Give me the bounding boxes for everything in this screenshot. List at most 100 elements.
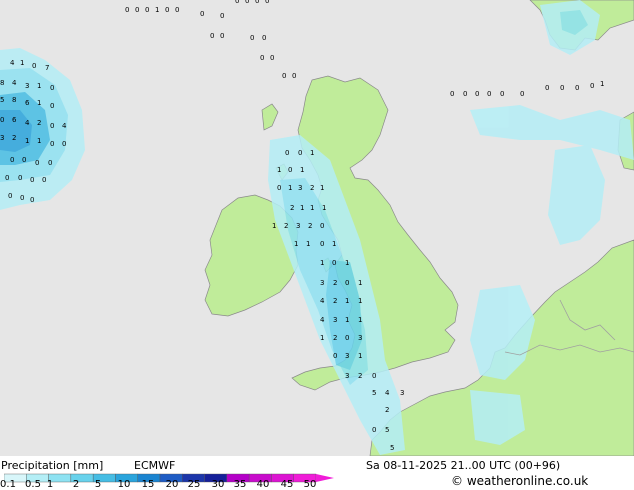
station-value: 0 bbox=[575, 84, 579, 92]
station-value: 0 bbox=[463, 90, 467, 98]
station-value: 3 bbox=[320, 279, 324, 287]
legend-tick-label: 45 bbox=[280, 479, 294, 490]
legend-tick-label: 5 bbox=[94, 479, 102, 490]
station-value: 0 bbox=[260, 54, 264, 62]
station-value: 2 bbox=[358, 372, 362, 380]
station-value: 0 bbox=[145, 6, 149, 14]
station-value: 5 bbox=[385, 426, 389, 434]
station-value: 1 bbox=[358, 316, 362, 324]
station-value: 2 bbox=[284, 222, 288, 230]
legend-tick-label: 40 bbox=[256, 479, 270, 490]
station-value: 4 bbox=[25, 119, 30, 127]
station-value: 5 bbox=[372, 389, 376, 397]
station-value: 0 bbox=[545, 84, 549, 92]
station-value: 0 bbox=[50, 122, 54, 130]
station-value: 0 bbox=[320, 240, 324, 248]
station-value: 0 bbox=[135, 6, 139, 14]
station-value: 0 bbox=[277, 184, 281, 192]
station-value: 2 bbox=[385, 406, 389, 414]
station-value: 0 bbox=[30, 176, 34, 184]
legend-tick-label: 25 bbox=[187, 479, 201, 490]
station-value: 0 bbox=[200, 10, 204, 18]
station-value: 3 bbox=[358, 334, 362, 342]
station-value: 0 bbox=[450, 90, 454, 98]
station-value: 4 bbox=[12, 79, 17, 87]
station-value: 3 bbox=[296, 222, 300, 230]
station-value: 0 bbox=[372, 426, 376, 434]
station-value: 0 bbox=[10, 156, 14, 164]
station-value: 0 bbox=[270, 54, 274, 62]
station-value: 0 bbox=[320, 222, 324, 230]
station-value: 6 bbox=[12, 116, 17, 124]
station-value: 0 bbox=[333, 352, 337, 360]
station-value: 1 bbox=[322, 204, 326, 212]
station-value: 2 bbox=[333, 334, 337, 342]
legend-overflow-arrow bbox=[316, 474, 334, 482]
station-value: 0 bbox=[35, 159, 39, 167]
station-value: 0 bbox=[5, 174, 9, 182]
station-value: 0 bbox=[250, 34, 254, 42]
station-value: 1 bbox=[294, 240, 298, 248]
station-value: 8 bbox=[0, 79, 4, 87]
station-value: 0 bbox=[48, 159, 52, 167]
station-value: 4 bbox=[62, 122, 67, 130]
station-value: 1 bbox=[310, 204, 314, 212]
station-value: 0 bbox=[520, 90, 524, 98]
legend-tick-label: 0.1 bbox=[0, 479, 16, 490]
station-value: 0 bbox=[210, 32, 214, 40]
station-value: 0 bbox=[30, 196, 34, 204]
legend-tick-label: 50 bbox=[303, 479, 317, 490]
station-value: 0 bbox=[42, 176, 46, 184]
station-value: 1 bbox=[20, 59, 24, 67]
legend-tick-label: 2 bbox=[72, 479, 80, 490]
station-value: 0 bbox=[345, 279, 349, 287]
station-value: 8 bbox=[12, 96, 16, 104]
station-value: 2 bbox=[12, 134, 16, 142]
station-value: 1 bbox=[37, 82, 41, 90]
station-value: 2 bbox=[333, 279, 337, 287]
station-value: 3 bbox=[25, 82, 29, 90]
station-value: 0 bbox=[20, 194, 24, 202]
station-value: 1 bbox=[300, 204, 304, 212]
legend-tick-label: 30 bbox=[211, 479, 225, 490]
station-value: 0 bbox=[165, 6, 169, 14]
station-value: 0 bbox=[475, 90, 479, 98]
station-value: 1 bbox=[288, 184, 292, 192]
station-value: 5 bbox=[390, 444, 394, 452]
station-value: 0 bbox=[255, 0, 259, 5]
station-value: 1 bbox=[300, 166, 304, 174]
station-value: 0 bbox=[590, 82, 594, 90]
station-value: 0 bbox=[332, 259, 336, 267]
legend-tick-label: 1 bbox=[46, 479, 54, 490]
station-value: 7 bbox=[45, 64, 49, 72]
station-value: 0 bbox=[265, 0, 269, 5]
legend-tick-label: 0.5 bbox=[25, 479, 41, 490]
station-value: 4 bbox=[320, 297, 325, 305]
station-value: 5 bbox=[0, 96, 4, 104]
station-value: 0 bbox=[285, 149, 289, 157]
station-value: 1 bbox=[277, 166, 281, 174]
station-value: 0 bbox=[62, 140, 66, 148]
station-value: 1 bbox=[332, 240, 336, 248]
station-value: 1 bbox=[358, 352, 362, 360]
station-value: 1 bbox=[600, 80, 604, 88]
station-value: 0 bbox=[298, 149, 302, 157]
station-value: 1 bbox=[358, 279, 362, 287]
station-value: 0 bbox=[560, 84, 564, 92]
station-value: 2 bbox=[290, 204, 294, 212]
legend-tick-label: 10 bbox=[117, 479, 131, 490]
station-value: 1 bbox=[37, 137, 41, 145]
station-value: 3 bbox=[0, 134, 4, 142]
station-value: 0 bbox=[292, 72, 296, 80]
station-value: 1 bbox=[345, 297, 349, 305]
station-value: 4 bbox=[10, 59, 15, 67]
station-value: 0 bbox=[8, 192, 12, 200]
station-value: 0 bbox=[220, 12, 224, 20]
station-value: 1 bbox=[345, 259, 349, 267]
valid-time: Sa 08-11-2025 21..00 UTC (00+96) bbox=[366, 459, 561, 472]
station-value: 1 bbox=[37, 99, 41, 107]
station-value: 3 bbox=[298, 184, 302, 192]
station-value: 0 bbox=[50, 102, 54, 110]
station-value: 0 bbox=[125, 6, 129, 14]
station-value: 1 bbox=[25, 137, 29, 145]
